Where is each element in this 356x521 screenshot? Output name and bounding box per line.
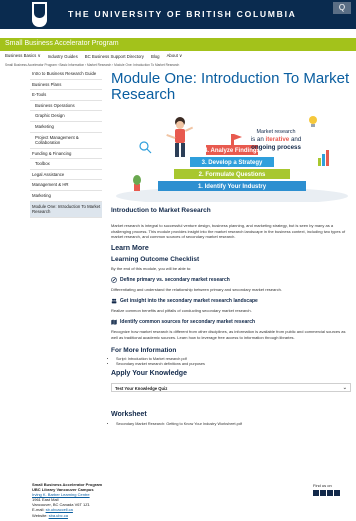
step-3-label: 3. Develop a Strategy xyxy=(202,160,263,166)
outcome-2: Get insight into the secondary market re… xyxy=(111,298,258,304)
outcome-1-text: Differentiating and understand the relat… xyxy=(111,287,282,292)
twitter-icon[interactable] xyxy=(313,490,319,496)
hero-illustration: 4. Analyze Findings 3. Develop a Strateg… xyxy=(108,106,356,202)
sidebar: Intro to Business Research Guide Busines… xyxy=(30,69,102,218)
youtube-icon[interactable] xyxy=(320,490,326,496)
sidebar-item-module-one[interactable]: Module One: Introduction To Market Resea… xyxy=(30,201,102,218)
market-research-infographic: 4. Analyze Findings 3. Develop a Strateg… xyxy=(108,106,356,202)
worksheet-heading: Worksheet xyxy=(111,411,147,418)
outcome-3: Identify common sources for secondary ma… xyxy=(111,319,255,325)
hero-caption-line3: ongoing process xyxy=(251,144,301,151)
sidebar-item-toolbox[interactable]: Toolbox xyxy=(30,159,102,170)
footer-website-row: Website: sba.ubc.ca xyxy=(32,513,102,518)
sidebar-item-legal[interactable]: Legal Assistance xyxy=(30,170,102,181)
nav-bc-business-support[interactable]: BC Business Support Directory xyxy=(85,54,144,59)
nav-blog[interactable]: Blog xyxy=(151,54,160,59)
search-icon[interactable]: Q xyxy=(333,2,351,14)
footer-website-label: Website: xyxy=(32,512,49,518)
chevron-down-icon[interactable]: ⌄ xyxy=(343,385,347,391)
outcome-1: Define primary vs. secondary market rese… xyxy=(111,277,230,283)
ubc-header: THE UNIVERSITY OF BRITISH COLUMBIA Q xyxy=(0,0,356,29)
more-info-list: Script: Introduction to Market research … xyxy=(116,357,205,367)
find-us-label: Find us on xyxy=(313,483,332,488)
sidebar-item-e-tools[interactable]: E-Tools xyxy=(30,90,102,101)
worksheet-list: Secondary Market Research: Getting to Kn… xyxy=(116,422,242,427)
map-icon xyxy=(111,319,117,325)
nav-business-basics[interactable]: Business Basics ∨ xyxy=(5,53,41,59)
plant-icon xyxy=(133,175,141,191)
sidebar-item-business-plans[interactable]: Business Plans xyxy=(30,80,102,91)
checklist-heading: Learning Outcome Checklist xyxy=(111,256,200,263)
hero-caption-line1: Market research xyxy=(257,129,296,135)
flickr-icon[interactable] xyxy=(327,490,333,496)
quiz-accordion-label: Test Your Knowledge Quiz xyxy=(115,386,168,391)
main-nav: Business Basics ∨ Industry Guides BC Bus… xyxy=(0,52,356,60)
step-1-label: 1. Identify Your Industry xyxy=(198,184,267,190)
sidebar-item-management-hr[interactable]: Management & HR xyxy=(30,180,102,191)
more-info-item-definitions[interactable]: Secondary market research definitions an… xyxy=(116,362,205,367)
footer-website-link[interactable]: sba.ubc.ca xyxy=(49,513,68,518)
hero-caption-line2: is an iterative and xyxy=(251,136,302,143)
breadcrumb: Small Business Accelerator Program › Bas… xyxy=(5,63,180,67)
quiz-accordion[interactable]: Test Your Knowledge Quiz ⌄ xyxy=(111,383,351,392)
sidebar-item-intro-guide[interactable]: Intro to Business Research Guide xyxy=(30,69,102,80)
sidebar-item-marketing-tools[interactable]: Marketing xyxy=(30,122,102,133)
checklist-intro: By the end of this module, you will be a… xyxy=(111,266,192,271)
site-title-bar: Small Business Accelerator Program xyxy=(0,38,356,51)
site-title[interactable]: Small Business Accelerator Program xyxy=(5,40,119,47)
outcome-3-text: Recognize how market research is differe… xyxy=(111,329,346,340)
flag-pole xyxy=(231,134,234,146)
outcome-2-text: Realize common benefits and pitfalls of … xyxy=(111,308,252,313)
sidebar-item-project-management[interactable]: Project Management & Collaboration xyxy=(30,133,102,149)
ubc-crest-logo[interactable] xyxy=(32,2,47,27)
sidebar-item-funding[interactable]: Funding & Financing xyxy=(30,149,102,160)
pencil-icon xyxy=(111,277,117,283)
pinterest-icon[interactable] xyxy=(334,490,340,496)
outcome-2-title: Get insight into the secondary market re… xyxy=(120,298,258,304)
learn-more-heading: Learn More xyxy=(111,245,149,252)
sidebar-item-business-operations[interactable]: Business Operations xyxy=(30,101,102,112)
nav-about[interactable]: About ∨ xyxy=(167,53,183,59)
outcome-3-title: Identify common sources for secondary ma… xyxy=(120,319,256,325)
intro-heading: Introduction to Market Research xyxy=(111,207,211,214)
footer-contact: Small Business Accelerator Program UBC L… xyxy=(32,482,102,518)
more-info-heading: For More Information xyxy=(111,347,177,354)
step-2-label: 2. Formulate Questions xyxy=(199,172,266,178)
intro-text: Market research is integral to successfu… xyxy=(111,223,346,239)
page-title: Module One: Introduction To Market Resea… xyxy=(111,70,350,103)
nav-industry-guides[interactable]: Industry Guides xyxy=(48,54,78,59)
social-links xyxy=(313,490,340,496)
apply-heading: Apply Your Knowledge xyxy=(111,370,187,377)
sidebar-item-marketing[interactable]: Marketing xyxy=(30,191,102,202)
worksheet-item-pdf[interactable]: Secondary Market Research: Getting to Kn… xyxy=(116,422,242,427)
outcome-1-title: Define primary vs. secondary market rese… xyxy=(120,277,230,283)
sidebar-item-graphic-design[interactable]: Graphic Design xyxy=(30,111,102,122)
university-name[interactable]: THE UNIVERSITY OF BRITISH COLUMBIA xyxy=(68,9,297,19)
people-icon xyxy=(111,298,117,304)
